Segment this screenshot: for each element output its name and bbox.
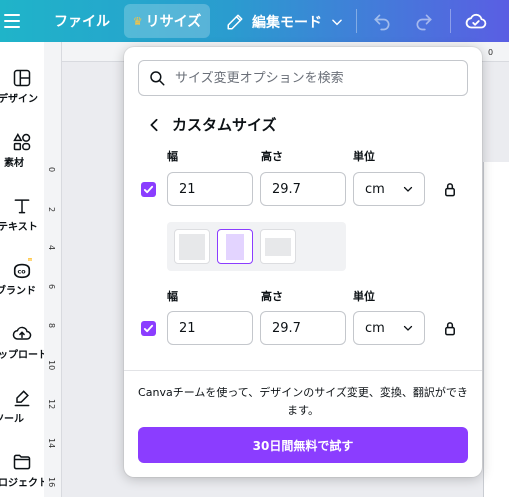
preset-portrait[interactable] [217,229,253,264]
resize-label: リサイズ [145,14,202,30]
layout-icon [0,66,44,90]
chevron-down-icon [403,325,413,331]
orientation-options [167,222,346,271]
text-icon [0,194,44,218]
ruler-label: 2 [47,207,56,213]
redo-icon[interactable] [410,8,438,36]
unit-select[interactable]: cm [353,311,425,345]
height-label: 高さ [261,290,283,303]
checkbox-row1[interactable] [141,182,156,197]
sidebar-item-text[interactable]: テキスト [0,194,44,233]
sidebar-item-design[interactable]: デザイン [0,66,44,105]
menu-icon[interactable] [4,9,26,33]
checkmark-icon [143,185,154,194]
pencil-icon [227,14,243,30]
sidebar-item-label: ブランド [0,286,36,297]
undo-icon[interactable] [368,8,396,36]
chevron-down-icon [332,19,342,26]
checkbox-row2[interactable] [141,321,156,336]
sidebar-item-elements[interactable]: 素材 [0,130,44,169]
upload-icon [0,322,44,346]
width-label: 幅 [167,150,178,163]
sidebar-item-label: デザイン [0,94,38,105]
resize-panel: カスタムサイズ 幅 高さ 単位 21 29.7 cm 幅 高さ 単位 21 29… [124,47,482,477]
sidebar-item-label: テキスト [0,222,38,233]
crown-icon: ♛ [26,258,35,264]
ruler-label: 6 [47,284,56,290]
lock-icon[interactable] [442,319,458,337]
ruler-label: 14 [47,438,56,449]
preset-square[interactable] [174,229,210,264]
sidebar-item-projects[interactable]: プロジェクト [0,450,44,489]
promo-text: Canvaチームを使って、デザインのサイズ変更、変換、翻訳ができます。 [138,386,468,417]
ruler-label: 0 [488,48,494,57]
width-field[interactable]: 21 [167,311,253,345]
top-toolbar: ファイル ♛ リサイズ 編集モード [0,0,509,42]
file-menu-button[interactable]: ファイル [44,8,120,36]
checkmark-icon [143,324,154,333]
sidebar-item-uploads[interactable]: アップロード [0,322,44,361]
edit-mode-label: 編集モード [252,15,322,31]
unit-value: cm [365,181,385,197]
height-field[interactable]: 29.7 [260,311,346,345]
brand-icon: co ♛ [0,258,44,282]
ruler-label: 4 [47,245,56,251]
panel-divider [124,370,482,371]
width-field[interactable]: 21 [167,172,253,206]
ruler-label: 16 [47,477,56,488]
chevron-down-icon [403,186,413,192]
width-label: 幅 [167,290,178,303]
ruler-label: 8 [47,323,56,329]
toolbar-divider [356,9,357,33]
svg-text:co: co [17,269,26,276]
draw-icon [0,386,44,410]
sidebar-item-draw[interactable]: ツール [0,386,44,425]
cloud-save-icon[interactable] [462,8,490,36]
resize-button[interactable]: ♛ リサイズ [124,4,210,38]
free-trial-button[interactable]: 30日間無料で試す [138,427,468,463]
height-field[interactable]: 29.7 [260,172,346,206]
ruler-label: 10 [47,360,56,371]
unit-select[interactable]: cm [353,172,425,206]
back-arrow-icon[interactable] [146,115,162,135]
sidebar-item-label: プロジェクト [0,478,44,489]
crown-icon: ♛ [132,14,143,28]
sidebar-item-label: ツール [0,414,24,425]
toolbar-divider [450,9,451,33]
height-label: 高さ [261,150,283,163]
edit-mode-button[interactable]: 編集モード [226,8,344,36]
unit-label: 単位 [353,290,375,303]
lock-icon[interactable] [442,180,458,198]
left-sidebar: デザイン 素材 テキスト co♛ ブランド アップロード ツール プロジェクト [0,42,44,497]
sidebar-item-label: アップロード [0,350,44,361]
ruler-label: 12 [47,399,56,410]
preset-landscape[interactable] [260,229,296,264]
panel-title: カスタムサイズ [172,116,277,134]
design-page[interactable] [483,162,509,497]
unit-label: 単位 [353,150,375,163]
sidebar-item-label: 素材 [4,158,24,169]
vertical-ruler [44,42,62,497]
search-input[interactable] [175,70,455,86]
resize-search-box[interactable] [138,60,468,96]
search-icon [139,60,175,96]
ruler-label: 0 [47,167,56,173]
sidebar-item-brand[interactable]: co ♛ ブランド [0,258,44,297]
unit-value: cm [365,320,385,336]
shapes-icon [0,130,44,154]
folder-icon [0,450,44,474]
